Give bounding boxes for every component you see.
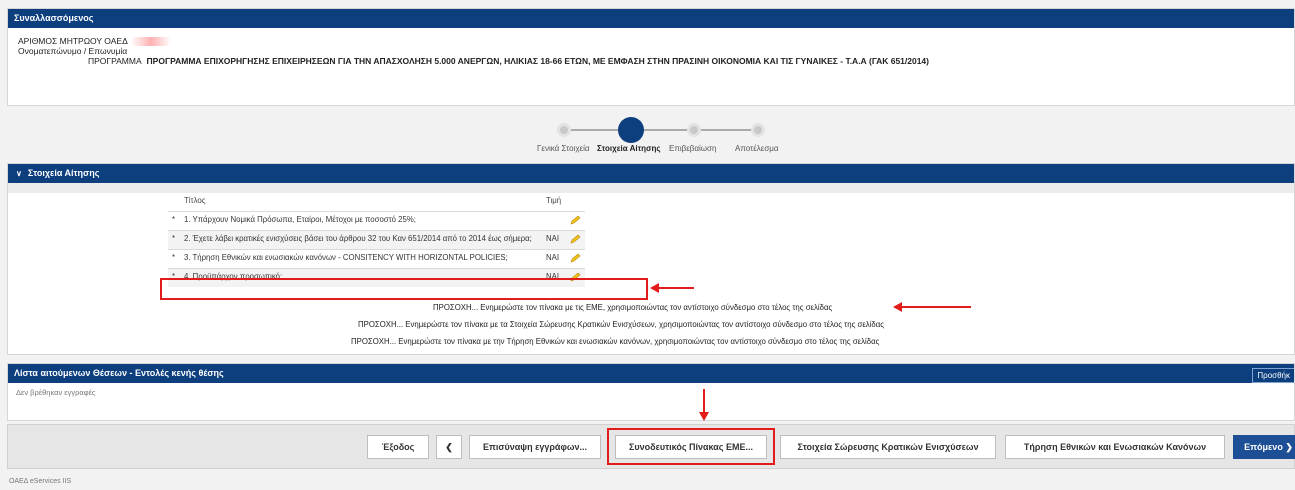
step-label-confirmation: Επιβεβαίωση bbox=[669, 144, 717, 153]
add-button[interactable]: Προσθήκ bbox=[1252, 368, 1294, 383]
party-panel-header: Συναλλασσόμενος bbox=[8, 9, 1294, 28]
highlight-box-row4 bbox=[160, 278, 648, 300]
subheader-strip bbox=[8, 183, 1294, 193]
footer-toolbar: Έξοδος ❮ Επισύναψη εγγράφων... Συνοδευτι… bbox=[7, 424, 1295, 469]
application-panel: ∨ Στοιχεία Αίτησης Τίτλος Τιμή * 1. Υπάρχ… bbox=[7, 163, 1295, 355]
program-value: ΠΡΟΓΡΑΜΜΑ ΕΠΙΧΟΡΗΓΗΣΗΣ ΕΠΙΧΕΙΡΗΣΕΩΝ ΓΙΑ … bbox=[146, 56, 929, 67]
required-marker: * bbox=[172, 215, 176, 224]
program-label: ΠΡΟΓΡΑΜΜΑ bbox=[88, 56, 142, 67]
application-table: Τίτλος Τιμή * 1. Υπάρχουν Νομικά Πρόσωπα… bbox=[168, 194, 586, 287]
step-dot-2-active bbox=[618, 117, 644, 143]
exit-button[interactable]: Έξοδος bbox=[367, 435, 429, 459]
application-panel-header[interactable]: ∨ Στοιχεία Αίτησης bbox=[8, 164, 1294, 183]
back-button[interactable]: ❮ bbox=[436, 435, 462, 459]
program-row: ΠΡΟΓΡΑΜΜΑ ΠΡΟΓΡΑΜΜΑ ΕΠΙΧΟΡΗΓΗΣΗΣ ΕΠΙΧΕΙΡ… bbox=[18, 56, 1294, 66]
warning-eme: ΠΡΟΣΟΧΗ... Ενημερώστε τον πίνακα με τις … bbox=[433, 303, 833, 312]
step-label-result: Αποτέλεσμα bbox=[735, 144, 779, 153]
stepper-track bbox=[565, 129, 763, 131]
attach-documents-button[interactable]: Επισύναψη εγγράφων... bbox=[469, 435, 601, 459]
step-label-general: Γενικά Στοιχεία bbox=[537, 144, 590, 153]
table-row: * 1. Υπάρχουν Νομικά Πρόσωπα, Εταίροι, Μ… bbox=[168, 211, 586, 231]
row-value: ΝΑΙ bbox=[546, 234, 559, 243]
required-marker: * bbox=[172, 253, 176, 262]
required-marker: * bbox=[172, 234, 176, 243]
registry-label: ΑΡΙΘΜΟΣ ΜΗΤΡΩΟΥ ΟΑΕΔ bbox=[18, 36, 128, 46]
pencil-icon[interactable] bbox=[569, 215, 581, 225]
step-dot-4 bbox=[751, 123, 765, 137]
registry-row: ΑΡΙΘΜΟΣ ΜΗΤΡΩΟΥ ΟΑΕΔ bbox=[18, 36, 1294, 47]
positions-panel-header: Λίστα αιτούμενων Θέσεων - Εντολές κενής … bbox=[8, 364, 1294, 383]
table-row: * 2. Έχετε λάβει κρατικές ενισχύσεις βάσ… bbox=[168, 230, 586, 250]
row-value: ΝΑΙ bbox=[546, 253, 559, 262]
table-row: * 3. Τήρηση Εθνικών και ενωσιακών κανόνω… bbox=[168, 249, 586, 269]
next-button[interactable]: Επόμενο ❯ bbox=[1233, 435, 1295, 459]
row-title: 3. Τήρηση Εθνικών και ενωσιακών κανόνων … bbox=[184, 253, 508, 262]
step-dot-1 bbox=[557, 123, 571, 137]
column-title: Τίτλος bbox=[184, 196, 206, 205]
application-header-label: Στοιχεία Αίτησης bbox=[27, 168, 100, 178]
state-aid-button[interactable]: Στοιχεία Σώρευσης Κρατικών Ενισχύσεων bbox=[780, 435, 996, 459]
party-panel: Συναλλασσόμενος ΑΡΙΘΜΟΣ ΜΗΤΡΩΟΥ ΟΑΕΔ Ονο… bbox=[7, 8, 1295, 106]
annotation-arrow-warning bbox=[893, 302, 971, 312]
step-dot-3 bbox=[687, 123, 701, 137]
annotation-arrow-eme-button bbox=[699, 389, 709, 421]
warning-state-aid: ΠΡΟΣΟΧΗ... Ενημερώστε τον πίνακα με τα Σ… bbox=[358, 320, 885, 329]
positions-panel: Λίστα αιτούμενων Θέσεων - Εντολές κενής … bbox=[7, 363, 1295, 421]
pencil-icon[interactable] bbox=[569, 234, 581, 244]
row-title: 2. Έχετε λάβει κρατικές ενισχύσεις βάσει… bbox=[184, 234, 532, 243]
redacted-value bbox=[130, 37, 171, 47]
name-label: Ονοματεπώνυμο / Επωνυμία bbox=[18, 46, 128, 57]
pencil-icon[interactable] bbox=[569, 253, 581, 263]
row-title: 1. Υπάρχουν Νομικά Πρόσωπα, Εταίροι, Μέτ… bbox=[184, 215, 416, 224]
annotation-arrow-row4 bbox=[650, 283, 694, 293]
step-label-application: Στοιχεία Αίτησης bbox=[597, 144, 661, 153]
wizard-stepper: Γενικά Στοιχεία Στοιχεία Αίτησης Επιβεβα… bbox=[0, 116, 1295, 156]
warning-compliance: ΠΡΟΣΟΧΗ... Ενημερώστε τον πίνακα με την … bbox=[351, 337, 880, 346]
empty-message: Δεν βρέθηκαν εγγραφές bbox=[16, 388, 96, 397]
column-value: Τιμή bbox=[546, 196, 562, 205]
compliance-button[interactable]: Τήρηση Εθνικών και Ενωσιακών Κανόνων bbox=[1005, 435, 1225, 459]
chevron-down-icon[interactable]: ∨ bbox=[16, 164, 22, 183]
row-value bbox=[542, 212, 565, 231]
highlight-box-eme-button bbox=[607, 428, 775, 465]
copyright-footer: ΟΑΕΔ eServices IIS bbox=[9, 478, 72, 485]
